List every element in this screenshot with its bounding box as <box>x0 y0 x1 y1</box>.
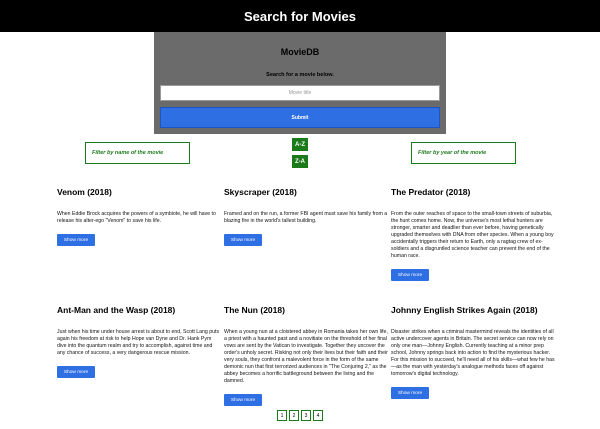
page-3-button[interactable]: 3 <box>301 410 311 421</box>
movie-title: Ant-Man and the Wasp (2018) <box>57 305 176 315</box>
page-2-button[interactable]: 2 <box>289 410 299 421</box>
pagination: 1 2 3 4 <box>277 410 323 421</box>
movie-card: Johnny English Strikes Again (2018) Disa… <box>391 305 556 399</box>
movie-description: When Eddie Brock acquires the powers of … <box>57 211 216 224</box>
movie-title: The Predator (2018) <box>391 187 471 197</box>
movie-title: Skyscraper (2018) <box>224 187 297 197</box>
movie-description: When a young nun at a cloistered abbey i… <box>224 329 388 384</box>
movie-description: Just when his time under house arrest is… <box>57 329 220 356</box>
filter-by-year-input[interactable] <box>411 142 516 164</box>
movie-title: Johnny English Strikes Again (2018) <box>391 305 538 315</box>
movie-description: From the outer reaches of space to the s… <box>391 211 554 259</box>
show-more-button[interactable]: Show more <box>57 234 95 246</box>
page-1-button[interactable]: 1 <box>277 410 287 421</box>
movie-title: Venom (2018) <box>57 187 112 197</box>
submit-button[interactable]: Submit <box>160 107 440 128</box>
show-more-button[interactable]: Show more <box>391 387 429 399</box>
filter-by-name-input[interactable] <box>85 142 190 164</box>
movie-title-input[interactable] <box>160 85 440 101</box>
page-4-button[interactable]: 4 <box>313 410 323 421</box>
sort-az-button[interactable]: A-Z <box>292 138 308 151</box>
show-more-button[interactable]: Show more <box>391 269 429 281</box>
movie-card: Skyscraper (2018) Framed and on the run,… <box>224 187 389 246</box>
sort-za-button[interactable]: Z-A <box>292 155 308 168</box>
movie-card: Venom (2018) When Eddie Brock acquires t… <box>57 187 222 246</box>
movie-card: Ant-Man and the Wasp (2018) Just when hi… <box>57 305 222 378</box>
page-title: Search for Movies <box>244 8 356 24</box>
page-header: Search for Movies <box>0 0 600 32</box>
search-panel: MovieDB Search for a movie below. Submit <box>154 32 446 134</box>
movie-description: Framed and on the run, a former FBI agen… <box>224 211 388 224</box>
search-prompt: Search for a movie below. <box>266 72 334 78</box>
movie-title: The Nun (2018) <box>224 305 285 315</box>
show-more-button[interactable]: Show more <box>57 366 95 378</box>
movie-card: The Predator (2018) From the outer reach… <box>391 187 556 281</box>
movie-card: The Nun (2018) When a young nun at a clo… <box>224 305 389 406</box>
show-more-button[interactable]: Show more <box>224 234 262 246</box>
movie-description: Disaster strikes when a criminal masterm… <box>391 329 555 377</box>
app-name: MovieDB <box>280 47 320 57</box>
show-more-button[interactable]: Show more <box>224 394 262 406</box>
